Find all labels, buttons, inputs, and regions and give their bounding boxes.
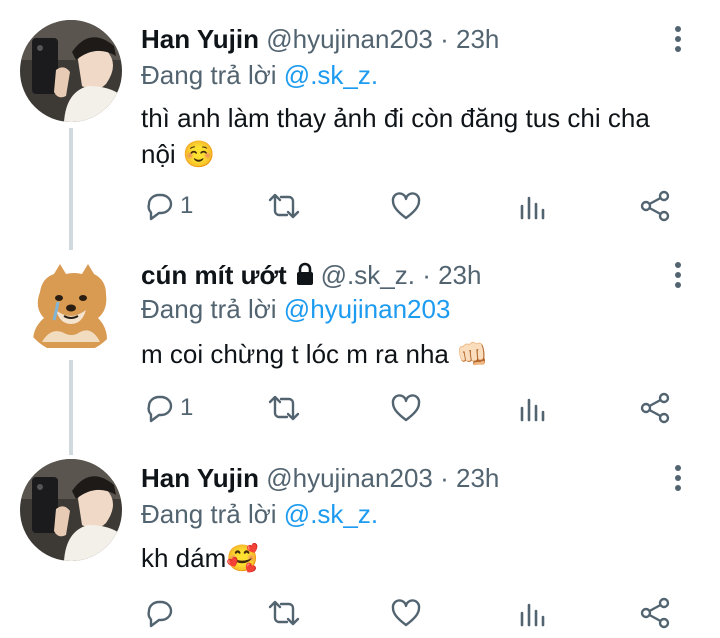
avatar[interactable]	[20, 252, 122, 354]
retweet-icon	[268, 600, 300, 626]
tweet-text: m coi chừng t lóc m ra nha 👊🏻	[141, 336, 701, 372]
like-icon	[391, 599, 421, 627]
tweet[interactable]: cún mít ướt @.sk_z. · 23h Đang trả lời @h…	[0, 250, 720, 455]
tweet-text-line: m coi chừng t lóc m ra nha 👊🏻	[141, 339, 489, 369]
reply-icon	[147, 193, 173, 221]
retweet-button[interactable]	[266, 186, 302, 226]
like-icon	[391, 192, 421, 220]
tweet-header: Han Yujin @hyujinan203 · 23h	[141, 463, 499, 493]
retweet-icon	[268, 395, 300, 421]
timestamp[interactable]: 23h	[456, 24, 499, 54]
avatar[interactable]	[20, 20, 122, 122]
tweet-text-line: thì anh làm thay ảnh đi còn đăng tus chi…	[141, 103, 650, 133]
reply-button[interactable]: 1	[142, 186, 193, 226]
replying-to-label: Đang trả lời	[141, 294, 277, 324]
more-icon[interactable]	[668, 24, 688, 54]
display-name[interactable]: Han Yujin	[141, 24, 259, 54]
handle[interactable]: @.sk_z.	[321, 260, 415, 290]
tweet-text: thì anh làm thay ảnh đi còn đăng tus chi…	[141, 100, 701, 172]
analytics-icon	[520, 196, 545, 220]
retweet-button[interactable]	[266, 593, 302, 633]
more-icon[interactable]	[668, 463, 688, 493]
like-button[interactable]	[390, 593, 422, 633]
mention-link[interactable]: @.sk_z.	[284, 60, 378, 90]
share-icon	[640, 190, 670, 222]
timestamp[interactable]: 23h	[438, 260, 481, 290]
analytics-button[interactable]	[518, 593, 546, 633]
tweet-text: kh dám🥰	[141, 540, 701, 576]
action-bar: 1	[138, 186, 678, 226]
tweet[interactable]: Han Yujin @hyujinan203 · 23h Đang trả lờ…	[0, 455, 720, 638]
separator: ·	[440, 24, 449, 54]
reply-count: 1	[180, 192, 194, 219]
display-name[interactable]: Han Yujin	[141, 463, 259, 493]
replying-to: Đang trả lời @.sk_z.	[141, 499, 378, 529]
handle[interactable]: @hyujinan203	[266, 463, 433, 493]
analytics-button[interactable]	[518, 186, 546, 226]
analytics-button[interactable]	[518, 388, 546, 428]
tweet-header: cún mít ướt @.sk_z. · 23h	[141, 260, 481, 292]
display-name[interactable]: cún mít ướt	[141, 260, 287, 290]
share-icon	[640, 392, 670, 424]
share-icon	[640, 597, 670, 629]
lock-icon	[295, 262, 315, 292]
analytics-icon	[520, 603, 545, 627]
like-button[interactable]	[390, 186, 422, 226]
reply-count: 1	[180, 394, 194, 421]
replying-to: Đang trả lời @hyujinan203	[141, 294, 450, 324]
separator: ·	[440, 463, 449, 493]
tweet-header: Han Yujin @hyujinan203 · 23h	[141, 24, 499, 54]
replying-to-label: Đang trả lời	[141, 60, 277, 90]
reply-button[interactable]	[142, 593, 180, 633]
reply-icon	[147, 600, 173, 628]
reply-button[interactable]: 1	[142, 388, 193, 428]
tweet-text-line: kh dám🥰	[141, 543, 259, 573]
replying-to: Đang trả lời @.sk_z.	[141, 60, 378, 90]
action-bar: 1	[138, 388, 678, 428]
mention-link[interactable]: @hyujinan203	[284, 294, 451, 324]
separator: ·	[422, 260, 431, 290]
tweet[interactable]: Han Yujin @hyujinan203 · 23h Đang trả lờ…	[0, 0, 720, 250]
share-button[interactable]	[638, 593, 672, 633]
avatar[interactable]	[20, 459, 122, 561]
like-button[interactable]	[390, 388, 422, 428]
mention-link[interactable]: @.sk_z.	[284, 499, 378, 529]
reply-icon	[147, 395, 173, 423]
tweet-text-line: nội ☺️	[141, 139, 216, 169]
retweet-icon	[268, 193, 300, 219]
retweet-button[interactable]	[266, 388, 302, 428]
replying-to-label: Đang trả lời	[141, 499, 277, 529]
share-button[interactable]	[638, 186, 672, 226]
more-icon[interactable]	[668, 260, 688, 290]
analytics-icon	[520, 398, 545, 422]
like-icon	[391, 394, 421, 422]
share-button[interactable]	[638, 388, 672, 428]
handle[interactable]: @hyujinan203	[266, 24, 433, 54]
timestamp[interactable]: 23h	[456, 463, 499, 493]
action-bar	[138, 593, 678, 633]
